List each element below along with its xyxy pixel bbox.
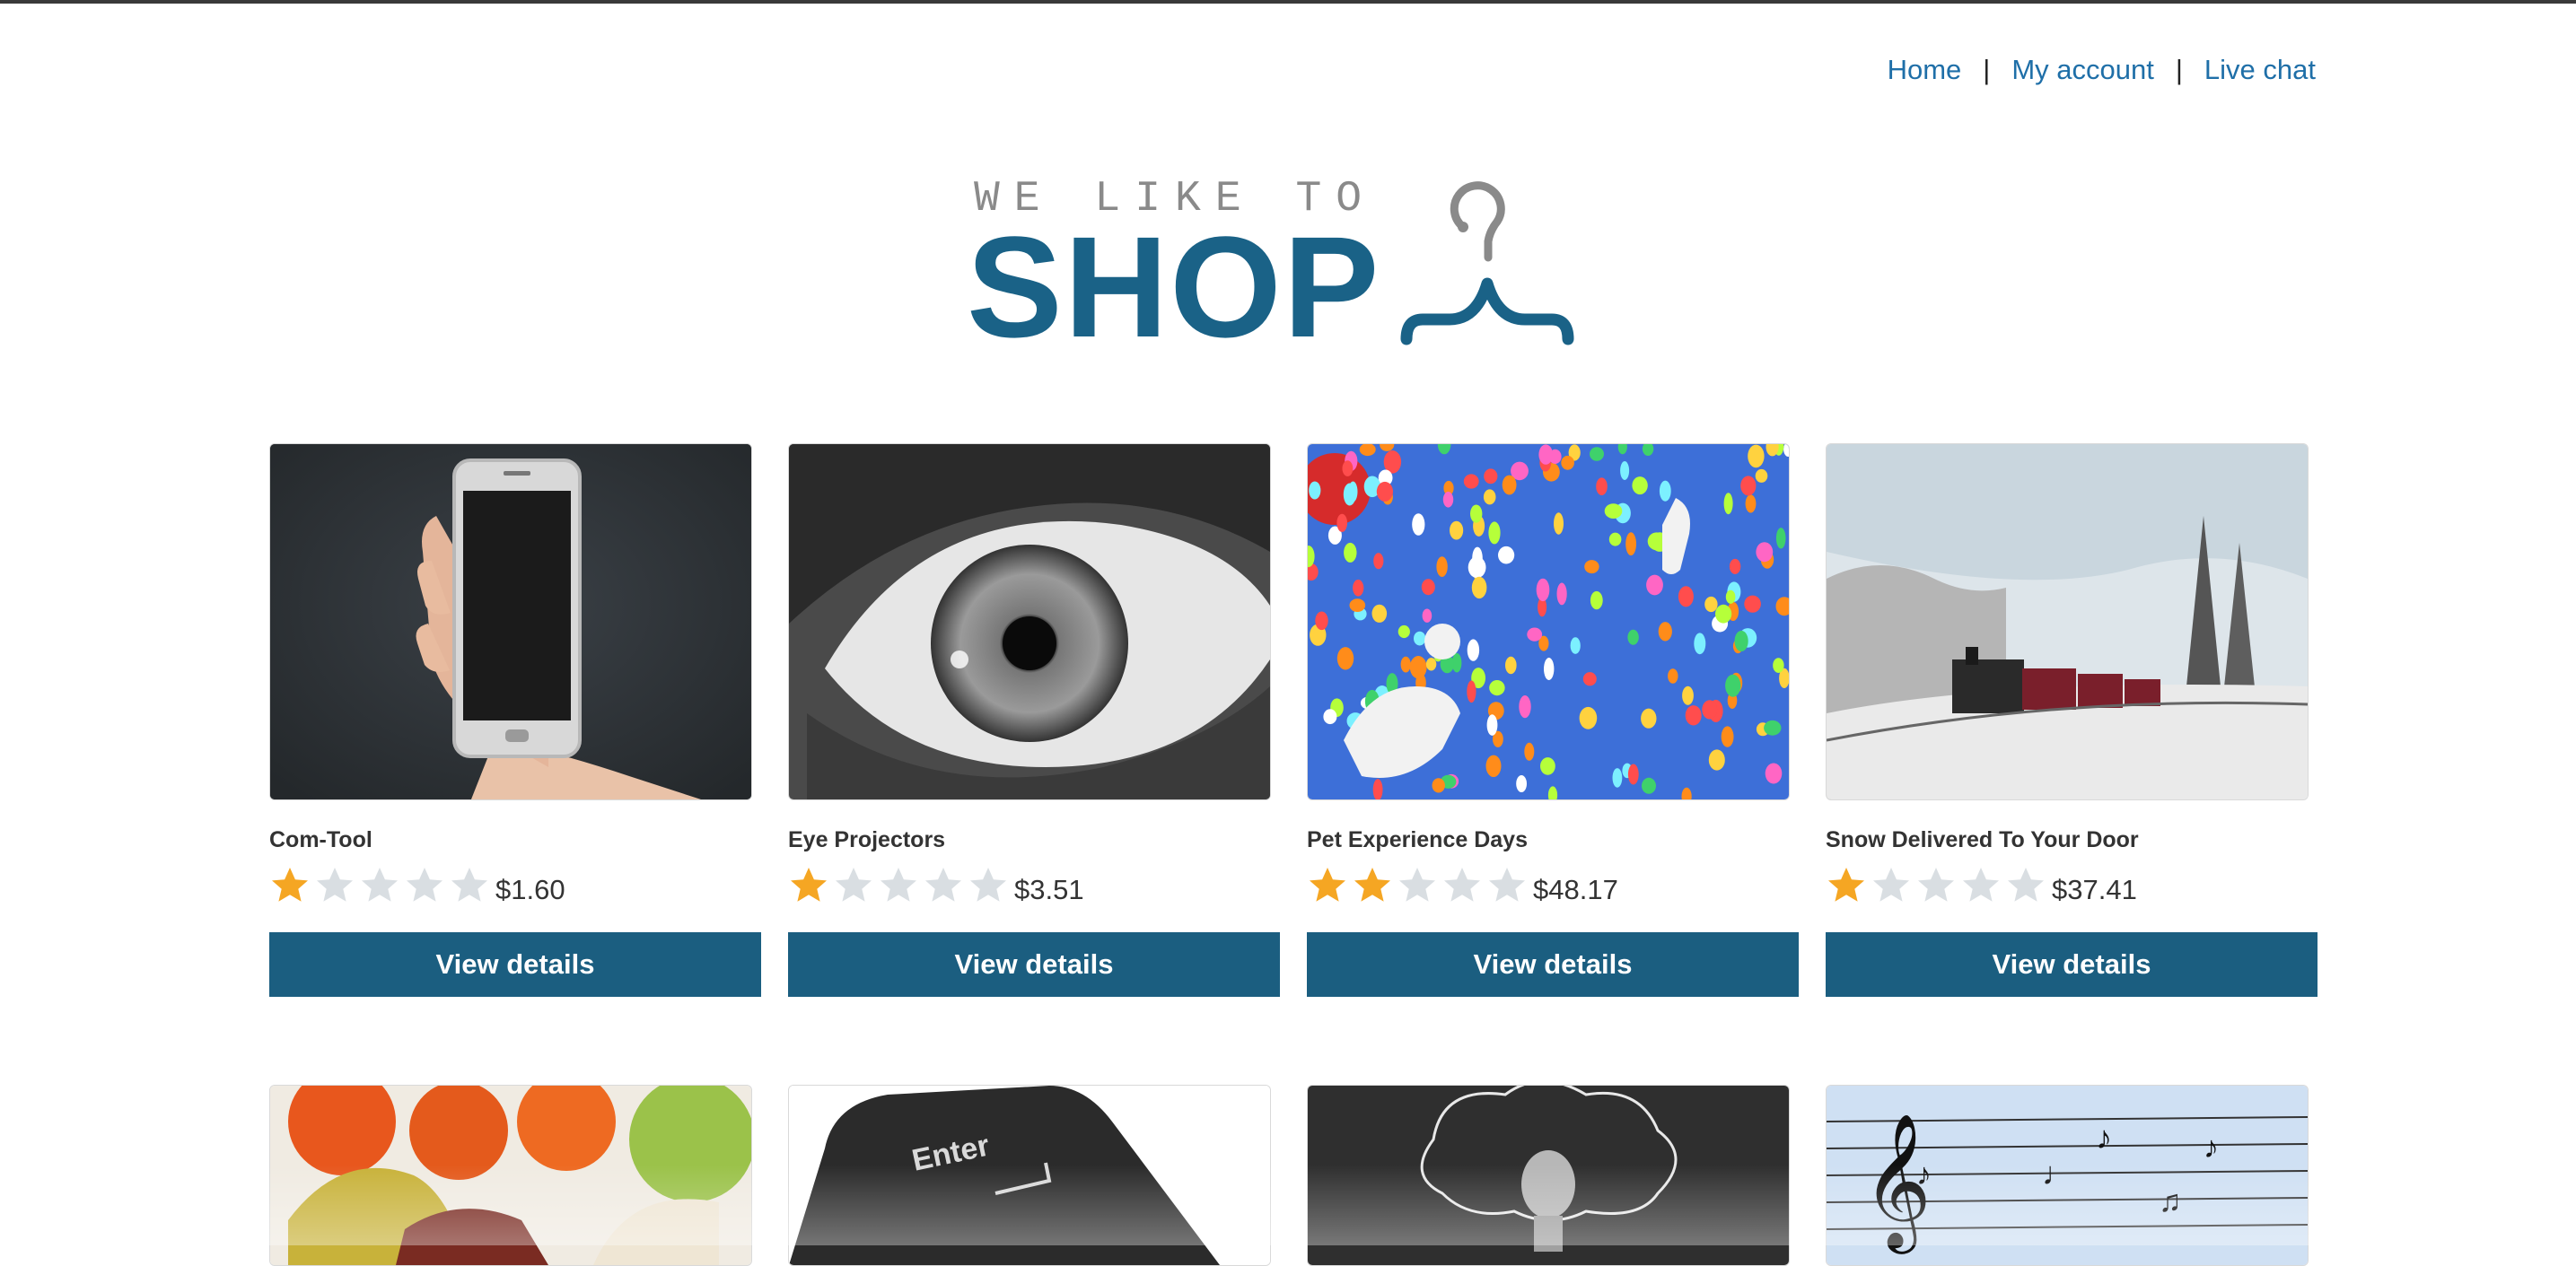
- star-empty-icon: [451, 868, 487, 902]
- nav-separator: |: [2175, 54, 2183, 85]
- product-image-eye-projectors[interactable]: [788, 443, 1271, 800]
- lightbulb-chalkboard-image: [1308, 1086, 1789, 1265]
- star-empty-icon: [1444, 868, 1480, 902]
- svg-text:♩: ♩: [2042, 1155, 2074, 1192]
- star-empty-icon: [1489, 868, 1525, 902]
- product-image[interactable]: 𝄞 ♪ ♪ ♩ ♫ ♪: [1826, 1085, 2309, 1266]
- product-image-snow-delivered[interactable]: [1826, 443, 2309, 800]
- product-price: $1.60: [495, 874, 565, 905]
- star-empty-icon: [1918, 868, 1954, 902]
- view-details-button[interactable]: View details: [788, 932, 1280, 997]
- star-filled-icon: [791, 868, 827, 902]
- star-empty-icon: [1873, 868, 1909, 902]
- star-empty-icon: [970, 868, 1006, 902]
- product-price: $3.51: [1014, 874, 1084, 905]
- view-details-button[interactable]: View details: [1307, 932, 1799, 997]
- star-empty-icon: [2008, 868, 2044, 902]
- star-rating: [788, 865, 1009, 906]
- star-empty-icon: [1963, 868, 1999, 902]
- dogs-with-balloons-image: [1308, 444, 1789, 799]
- star-filled-icon: [1828, 868, 1864, 902]
- product-image[interactable]: [1307, 1085, 1790, 1266]
- star-filled-icon: [272, 868, 308, 902]
- steam-train-in-snow-image: [1827, 444, 2308, 799]
- product-image[interactable]: [269, 1085, 752, 1266]
- svg-text:♪: ♪: [1916, 1157, 1932, 1192]
- product-image-com-tool[interactable]: [269, 443, 752, 800]
- eye-closeup-image: [789, 444, 1270, 799]
- star-empty-icon: [407, 868, 442, 902]
- star-empty-icon: [881, 868, 916, 902]
- logo-wordmark: SHOP: [967, 206, 1381, 367]
- product-name[interactable]: Eye Projectors: [788, 827, 945, 853]
- svg-text:♪: ♪: [2096, 1119, 2112, 1156]
- star-empty-icon: [362, 868, 398, 902]
- enter-key-image: Enter: [789, 1086, 1270, 1265]
- product-price: $48.17: [1533, 874, 1618, 905]
- phone-in-hand-image: [270, 444, 751, 799]
- nav-home-link[interactable]: Home: [1888, 54, 1962, 86]
- star-empty-icon: [925, 868, 961, 902]
- product-name[interactable]: Com-Tool: [269, 827, 372, 853]
- product-image-pet-experience-days[interactable]: [1307, 443, 1790, 800]
- view-details-button[interactable]: View details: [1826, 932, 2318, 997]
- music-staff-birds-image: 𝄞 ♪ ♪ ♩ ♫ ♪: [1827, 1086, 2308, 1265]
- star-filled-icon: [1310, 868, 1345, 902]
- window-frame: [0, 0, 2576, 4]
- svg-text:♫: ♫: [2159, 1184, 2182, 1218]
- star-rating: [1307, 865, 1528, 906]
- hanger-icon: [1400, 181, 1574, 345]
- view-details-button[interactable]: View details: [269, 932, 761, 997]
- fruit-image: [270, 1086, 751, 1265]
- star-rating: [269, 865, 490, 906]
- star-filled-icon: [1354, 868, 1390, 902]
- star-rating: [1826, 865, 2046, 906]
- product-price: $37.41: [2052, 874, 2137, 905]
- star-empty-icon: [317, 868, 353, 902]
- svg-text:♪: ♪: [2204, 1131, 2219, 1165]
- star-empty-icon: [836, 868, 872, 902]
- site-logo[interactable]: WE LIKE TO SHOP: [967, 175, 1620, 359]
- star-empty-icon: [1399, 868, 1435, 902]
- nav-my-account-link[interactable]: My account: [2011, 54, 2154, 86]
- product-name[interactable]: Snow Delivered To Your Door: [1826, 827, 2139, 853]
- top-nav: Home | My account | Live chat: [1888, 54, 2316, 86]
- nav-live-chat-link[interactable]: Live chat: [2204, 54, 2316, 86]
- nav-separator: |: [1983, 54, 1991, 85]
- product-image[interactable]: Enter: [788, 1085, 1271, 1266]
- product-name[interactable]: Pet Experience Days: [1307, 827, 1528, 853]
